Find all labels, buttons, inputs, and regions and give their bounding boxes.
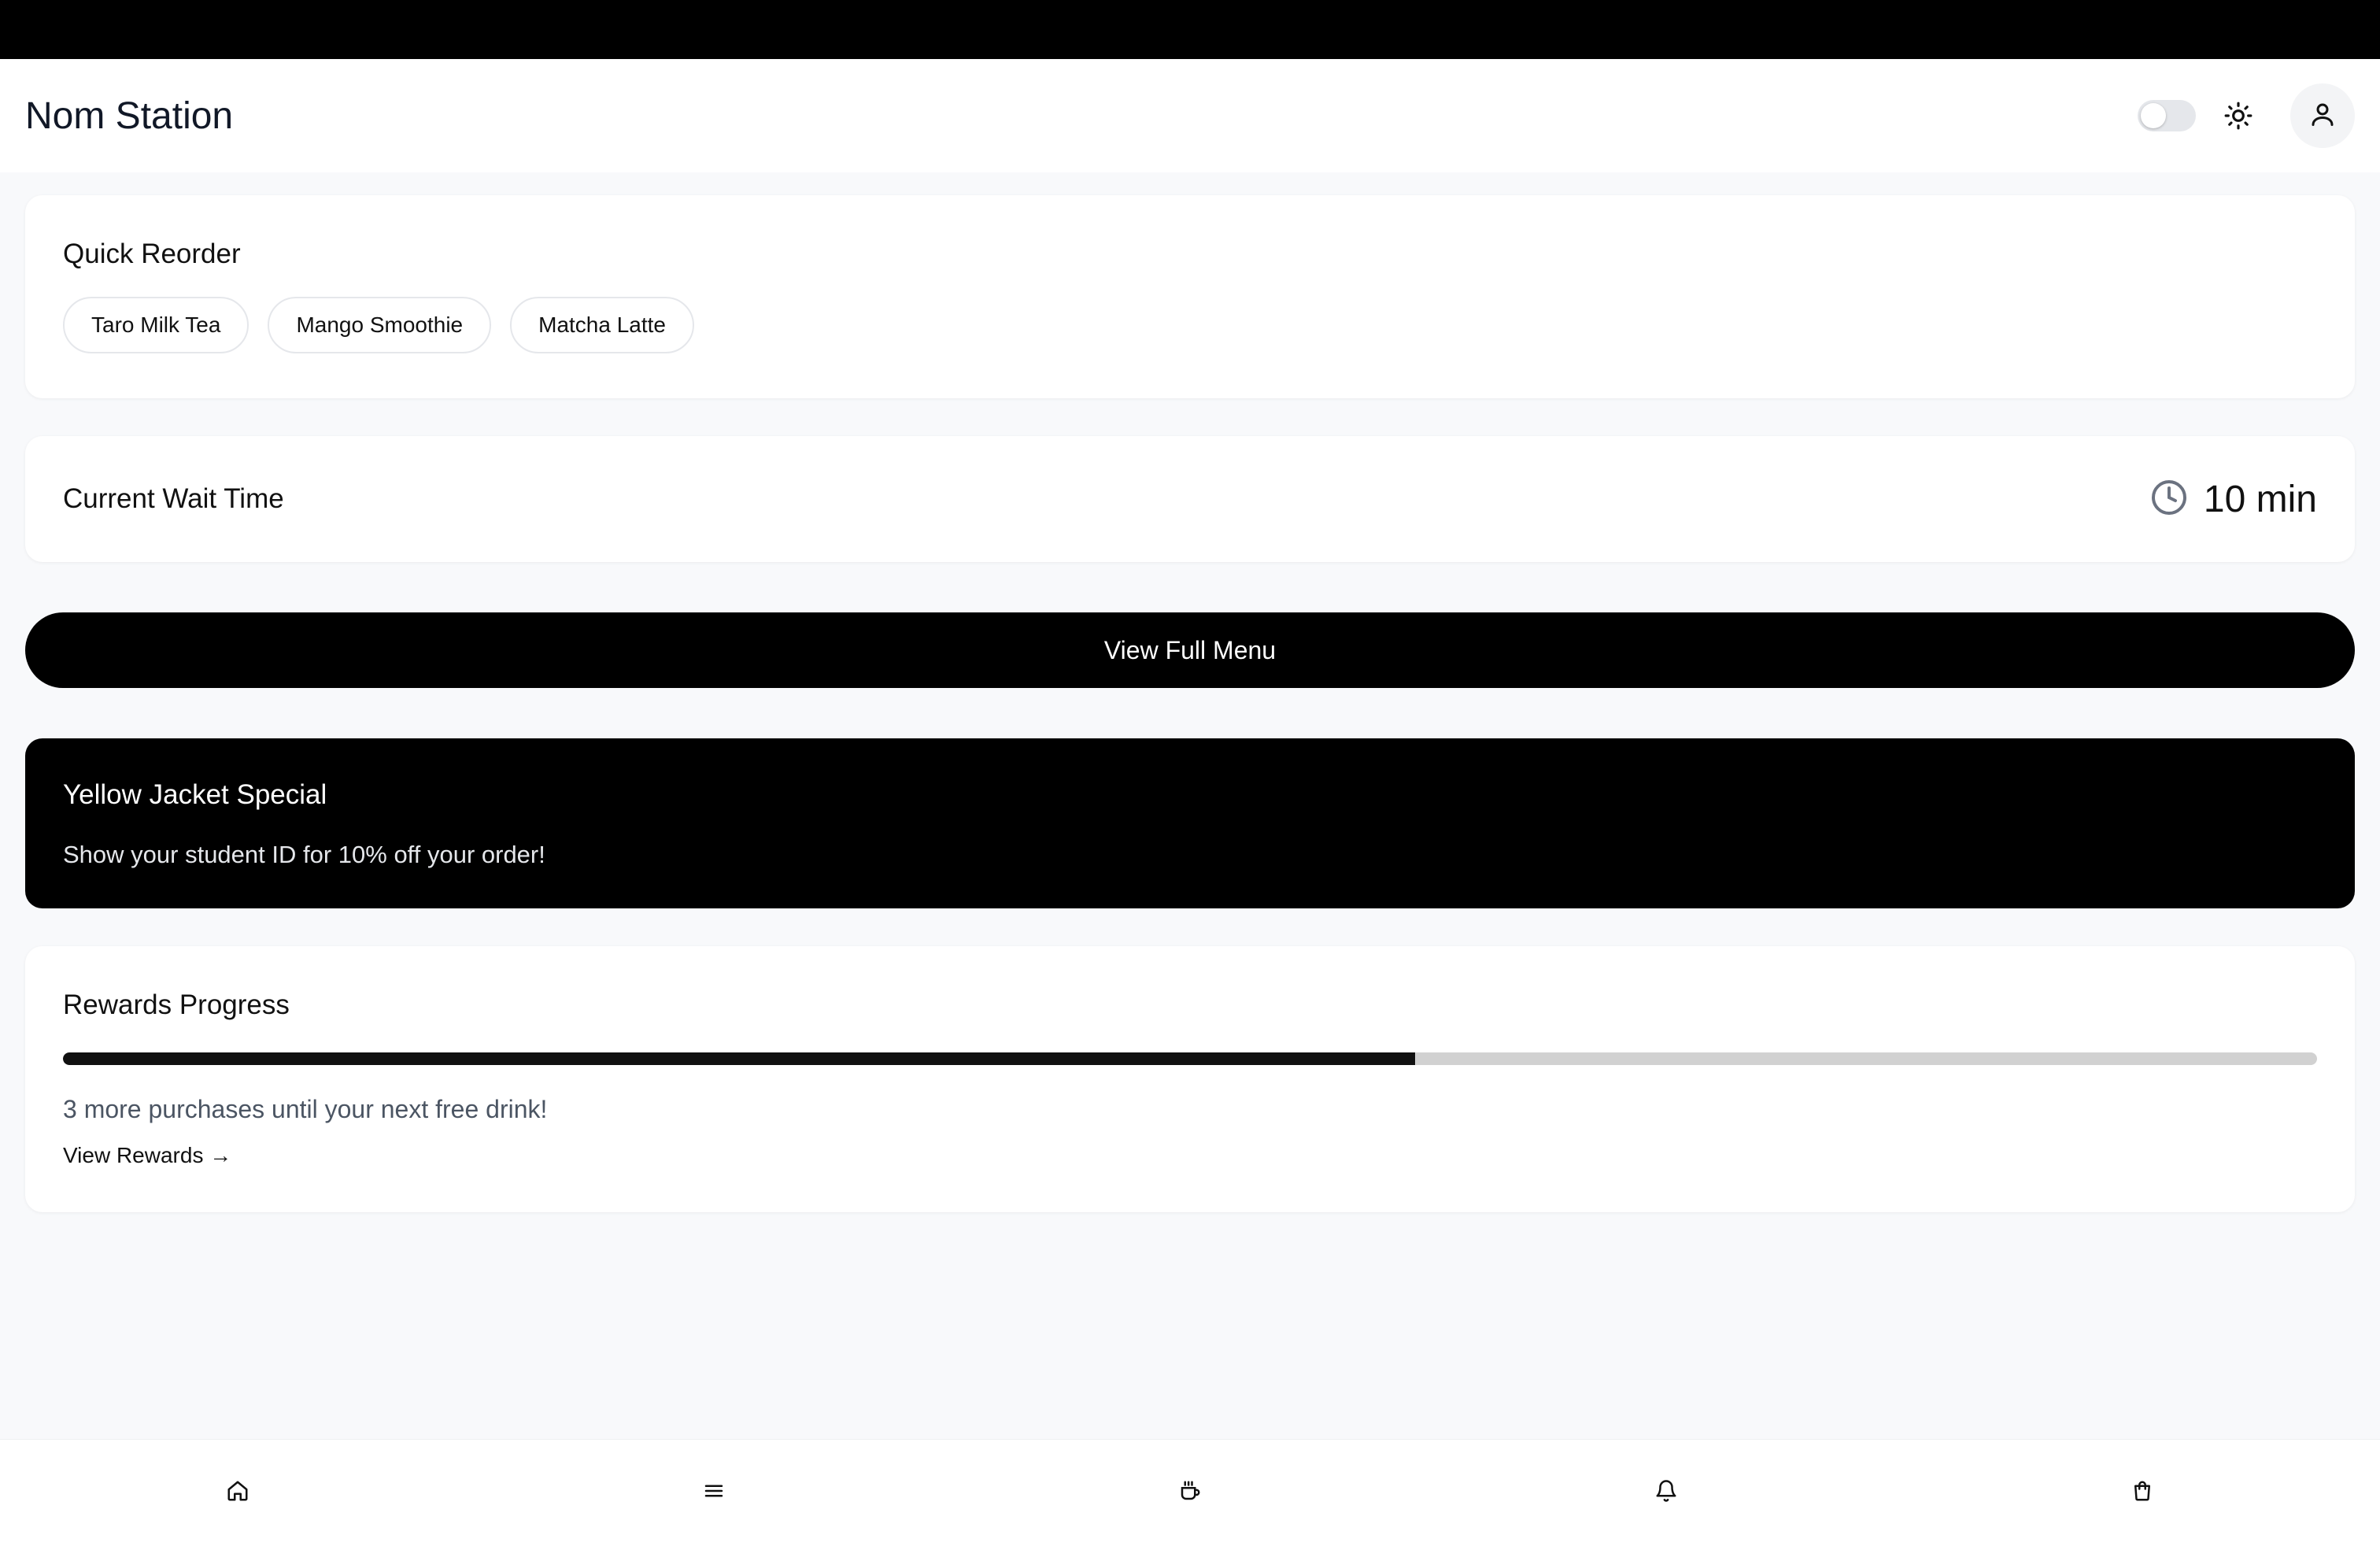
rewards-progress-bar <box>63 1052 2317 1065</box>
special-promo-card: Yellow Jacket Special Show your student … <box>25 738 2355 908</box>
app-header: Nom Station <box>0 59 2380 172</box>
nav-cart[interactable] <box>2095 1454 2190 1533</box>
header-actions <box>2138 83 2355 148</box>
shopping-bag-icon <box>2131 1479 2154 1507</box>
clock-icon <box>2150 479 2188 520</box>
sun-icon[interactable] <box>2221 98 2256 133</box>
nav-drinks[interactable] <box>1143 1454 1237 1533</box>
wait-time-card: Current Wait Time 10 min <box>25 436 2355 562</box>
app-title: Nom Station <box>25 94 234 137</box>
toggle-knob <box>2141 103 2166 128</box>
rewards-message: 3 more purchases until your next free dr… <box>63 1095 548 1123</box>
coffee-icon <box>1178 1479 1202 1507</box>
rewards-progress-fill <box>63 1052 1416 1065</box>
view-full-menu-button[interactable]: View Full Menu <box>25 612 2355 688</box>
bell-icon <box>1654 1479 1678 1507</box>
profile-button[interactable] <box>2290 83 2355 148</box>
wait-time-label: Current Wait Time <box>63 483 284 514</box>
wait-time-value: 10 min <box>2203 478 2317 520</box>
special-description: Show your student ID for 10% off your or… <box>63 841 545 868</box>
quick-reorder-list: Taro Milk Tea Mango Smoothie Matcha Latt… <box>63 297 2317 353</box>
reorder-chip-matcha-latte[interactable]: Matcha Latte <box>510 297 694 353</box>
wait-time-display: 10 min <box>2150 478 2317 521</box>
toggle-switch[interactable] <box>2138 100 2196 131</box>
nav-home[interactable] <box>190 1454 285 1533</box>
status-bar <box>0 0 2380 59</box>
menu-icon <box>702 1479 726 1507</box>
rewards-title: Rewards Progress <box>63 989 290 1020</box>
reorder-chip-taro-milk-tea[interactable]: Taro Milk Tea <box>63 297 249 353</box>
bottom-navigation <box>0 1439 2380 1546</box>
view-rewards-link[interactable]: View Rewards → <box>63 1143 231 1168</box>
quick-reorder-card: Quick Reorder Taro Milk Tea Mango Smooth… <box>25 195 2355 398</box>
reorder-chip-mango-smoothie[interactable]: Mango Smoothie <box>268 297 492 353</box>
quick-reorder-title: Quick Reorder <box>63 239 241 269</box>
rewards-progress-card: Rewards Progress 3 more purchases until … <box>25 946 2355 1212</box>
nav-menu[interactable] <box>667 1454 761 1533</box>
user-icon <box>2308 100 2337 132</box>
nav-notifications[interactable] <box>1619 1454 1713 1533</box>
special-title: Yellow Jacket Special <box>63 779 327 810</box>
home-icon <box>226 1479 249 1507</box>
